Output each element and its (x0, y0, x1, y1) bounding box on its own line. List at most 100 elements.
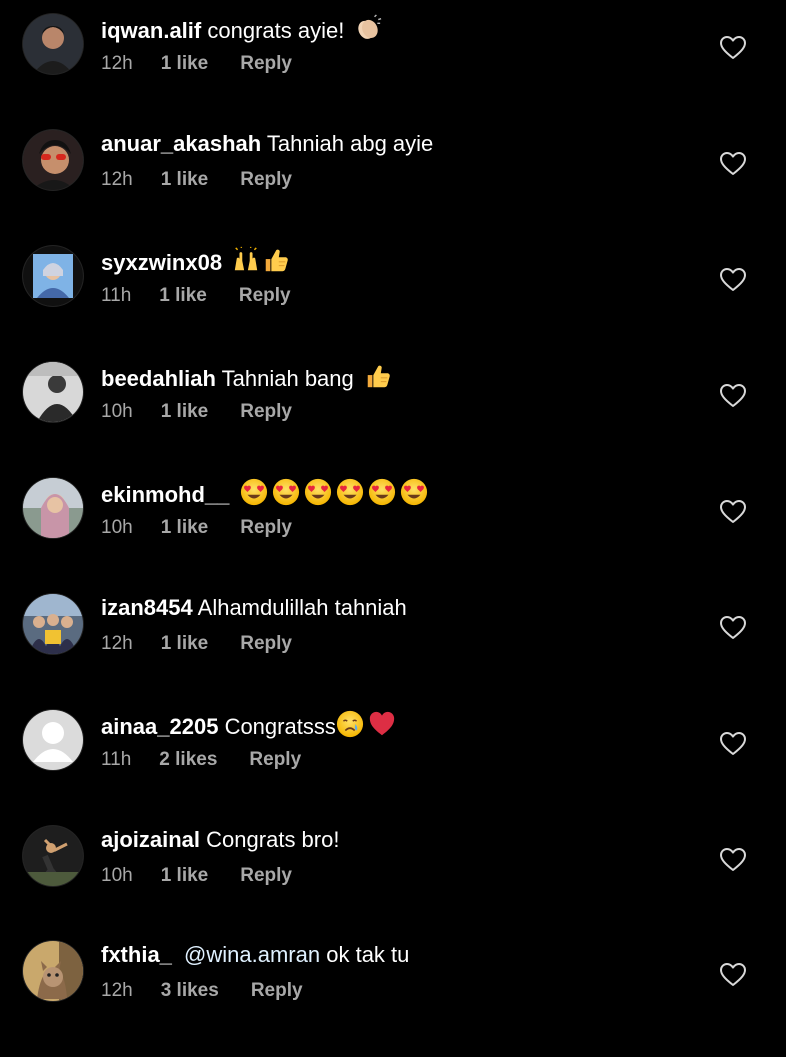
heart-eyes-icon (368, 478, 396, 506)
comment-text-line: ajoizainal Congrats bro! (101, 826, 339, 854)
heart-eyes-icon (240, 478, 268, 506)
reply-button[interactable]: Reply (240, 52, 292, 76)
crying-face-icon (336, 710, 364, 738)
avatar[interactable] (23, 826, 83, 886)
comment-meta: 12h 1 like Reply (101, 52, 292, 76)
reply-button[interactable]: Reply (240, 400, 292, 424)
username[interactable]: anuar_akashah (101, 131, 261, 156)
comment-body: ok tak tu (326, 942, 410, 967)
timestamp: 12h (101, 53, 133, 74)
comment-body: Tahniah abg ayie (266, 131, 434, 156)
reply-button[interactable]: Reply (239, 284, 291, 308)
like-heart-icon[interactable] (720, 36, 746, 60)
username[interactable]: fxthia_ (101, 942, 172, 967)
likes-count[interactable]: 1 like (161, 632, 209, 656)
comment-body: Congratsss (224, 714, 336, 739)
reply-button[interactable]: Reply (240, 516, 292, 540)
username[interactable]: ainaa_2205 (101, 714, 218, 739)
likes-count[interactable]: 1 like (159, 284, 207, 308)
username[interactable]: ajoizainal (101, 827, 200, 852)
avatar[interactable] (23, 130, 83, 190)
likes-count[interactable]: 1 like (161, 864, 209, 888)
avatar[interactable] (23, 710, 83, 770)
comment-meta: 11h 2 likes Reply (101, 748, 301, 772)
username[interactable]: ekinmohd__ (101, 482, 229, 507)
like-heart-icon[interactable] (720, 268, 746, 292)
likes-count[interactable]: 1 like (161, 52, 209, 76)
heart-eyes-icon (400, 478, 428, 506)
comment-meta: 12h 1 like Reply (101, 632, 292, 656)
reply-button[interactable]: Reply (251, 979, 303, 1003)
comment-item: beedahliah Tahniah bang 10h 1 like Reply (0, 362, 786, 478)
comment-body: Congrats bro! (206, 827, 340, 852)
reply-button[interactable]: Reply (240, 864, 292, 888)
avatar[interactable] (23, 941, 83, 1001)
comment-item: syxzwinx08 11h 1 like Reply (0, 246, 786, 362)
comment-text-line: izan8454 Alhamdulillah tahniah (101, 594, 407, 622)
avatar[interactable] (23, 246, 83, 306)
like-heart-icon[interactable] (720, 500, 746, 524)
likes-count[interactable]: 1 like (161, 516, 209, 540)
comment-text-line: syxzwinx08 (101, 246, 290, 277)
username[interactable]: iqwan.alif (101, 18, 201, 43)
like-heart-icon[interactable] (720, 848, 746, 872)
comment-item: anuar_akashah Tahniah abg ayie 12h 1 like… (0, 130, 786, 246)
avatar[interactable] (23, 14, 83, 74)
username[interactable]: beedahliah (101, 366, 216, 391)
timestamp: 10h (101, 865, 133, 886)
like-heart-icon[interactable] (720, 732, 746, 756)
timestamp: 12h (101, 169, 133, 190)
timestamp: 12h (101, 980, 133, 1001)
clapping-hands-icon (354, 14, 382, 42)
timestamp: 10h (101, 401, 133, 422)
avatar[interactable] (23, 478, 83, 538)
comment-text-line: iqwan.alif congrats ayie! (101, 14, 382, 45)
like-heart-icon[interactable] (720, 384, 746, 408)
comment-item: izan8454 Alhamdulillah tahniah 12h 1 like… (0, 594, 786, 710)
heart-eyes-icon (304, 478, 332, 506)
comment-meta: 12h 3 likes Reply (101, 979, 303, 1003)
red-heart-icon (368, 710, 396, 738)
comment-item: ainaa_2205 Congratsss 11h 2 likes Reply (0, 710, 786, 826)
timestamp: 11h (101, 749, 132, 770)
raising-hands-icon (232, 246, 260, 274)
comment-body: Alhamdulillah tahniah (197, 595, 407, 620)
comment-item: ekinmohd__ 10h 1 like Reply (0, 478, 786, 594)
comment-body: Tahniah bang (221, 366, 354, 391)
like-heart-icon[interactable] (720, 963, 746, 987)
like-heart-icon[interactable] (720, 152, 746, 176)
comment-item: iqwan.alif congrats ayie! 12h 1 like Reply (0, 14, 786, 130)
comment-item: ajoizainal Congrats bro! 10h 1 like Reply (0, 826, 786, 942)
username[interactable]: syxzwinx08 (101, 250, 222, 275)
comment-item: fxthia_ @wina.amran ok tak tu 12h 3 likes… (0, 941, 786, 1057)
heart-eyes-icon (272, 478, 300, 506)
likes-count[interactable]: 1 like (161, 168, 209, 192)
heart-eyes-icon (336, 478, 364, 506)
timestamp: 12h (101, 633, 133, 654)
comment-meta: 10h 1 like Reply (101, 516, 292, 540)
username[interactable]: izan8454 (101, 595, 193, 620)
thumbs-up-icon (262, 246, 290, 274)
mention-link[interactable]: @wina.amran (184, 942, 320, 967)
comment-meta: 10h 1 like Reply (101, 400, 292, 424)
likes-count[interactable]: 2 likes (159, 748, 217, 772)
timestamp: 11h (101, 285, 132, 306)
likes-count[interactable]: 1 like (161, 400, 209, 424)
avatar[interactable] (23, 594, 83, 654)
reply-button[interactable]: Reply (249, 748, 301, 772)
comment-text-line: beedahliah Tahniah bang (101, 362, 392, 393)
comment-meta: 12h 1 like Reply (101, 168, 292, 192)
comment-text-line: fxthia_ @wina.amran ok tak tu (101, 941, 409, 969)
timestamp: 10h (101, 517, 133, 538)
like-heart-icon[interactable] (720, 616, 746, 640)
comment-text-line: ekinmohd__ (101, 478, 428, 509)
comment-text-line: anuar_akashah Tahniah abg ayie (101, 130, 433, 158)
avatar[interactable] (23, 362, 83, 422)
reply-button[interactable]: Reply (240, 632, 292, 656)
comment-body: congrats ayie! (207, 18, 345, 43)
comment-meta: 11h 1 like Reply (101, 284, 291, 308)
thumbs-up-icon (364, 362, 392, 390)
comment-text-line: ainaa_2205 Congratsss (101, 710, 396, 741)
reply-button[interactable]: Reply (240, 168, 292, 192)
likes-count[interactable]: 3 likes (161, 979, 219, 1003)
